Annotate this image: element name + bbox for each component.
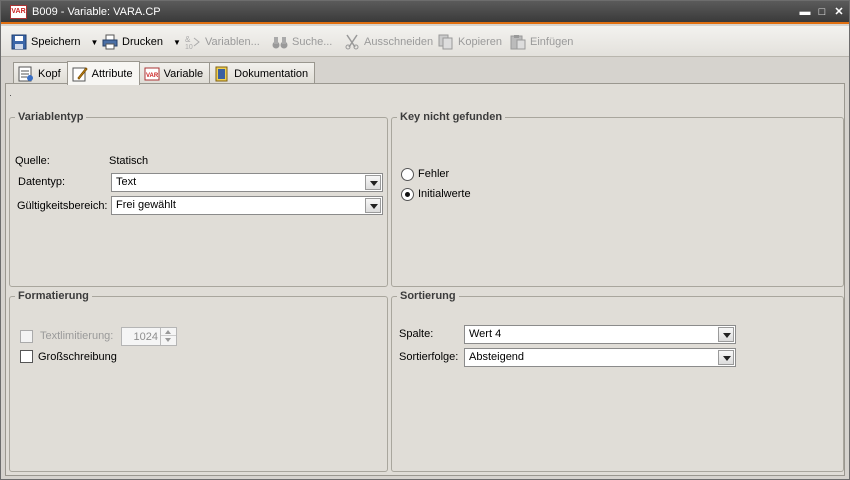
- radio-initialwerte-label[interactable]: Initialwerte: [418, 188, 471, 200]
- column-combobox[interactable]: Wert 4: [464, 325, 736, 344]
- svg-text:10: 10: [185, 44, 193, 50]
- tab-variable-label: Variable: [163, 67, 204, 80]
- header-document-icon: [18, 66, 34, 82]
- save-dropdown-icon[interactable]: ▼: [91, 38, 99, 47]
- paste-button[interactable]: Einfügen: [510, 33, 573, 51]
- save-button[interactable]: Speichern ▼: [11, 33, 98, 51]
- uppercase-checkbox[interactable]: [20, 350, 33, 363]
- cut-button[interactable]: Ausschneiden: [344, 33, 433, 51]
- svg-text:VAR: VAR: [146, 73, 159, 79]
- tab-kopf-label: Kopf: [38, 67, 61, 80]
- variable-icon: VAR: [144, 66, 160, 82]
- column-label: Spalte:: [399, 328, 434, 340]
- datatype-combobox[interactable]: Text: [111, 173, 383, 192]
- tab-attribute-label: Attribute: [91, 67, 133, 80]
- attribute-panel: Variablentyp Quelle: Statisch Datentyp: …: [5, 83, 845, 476]
- sortierung-group: Sortierung: [391, 290, 844, 472]
- chevron-down-icon[interactable]: [365, 175, 381, 190]
- scissors-icon: [344, 34, 360, 50]
- datatype-value: Text: [116, 176, 137, 188]
- variables-button[interactable]: & 10 Variablen...: [185, 33, 260, 51]
- application-window: VAR B009 - Variable: VARA.CP ▬ □ ✕ Speic…: [0, 0, 850, 480]
- tab-dokumentation[interactable]: Dokumentation: [209, 62, 316, 84]
- scope-label: Gültigkeitsbereich:: [17, 200, 108, 212]
- title-bar[interactable]: VAR B009 - Variable: VARA.CP ▬ □ ✕: [1, 1, 849, 24]
- radio-fehler-label[interactable]: Fehler: [418, 168, 449, 180]
- order-value: Absteigend: [469, 351, 525, 363]
- save-label: Speichern: [31, 36, 81, 48]
- paste-label: Einfügen: [530, 36, 574, 48]
- textlimit-stepper[interactable]: 1024: [121, 327, 177, 346]
- clipboard-paste-icon: [510, 34, 526, 50]
- scope-combobox[interactable]: Frei gewählt: [111, 196, 383, 215]
- stepper-up-icon[interactable]: [161, 328, 176, 336]
- textlimit-label: Textlimitierung:: [40, 330, 114, 342]
- variable-object-icon: VAR: [10, 5, 27, 19]
- printer-icon: [102, 34, 118, 50]
- print-dropdown-icon[interactable]: ▼: [173, 38, 181, 47]
- copy-icon: [438, 34, 454, 50]
- chevron-down-icon[interactable]: [718, 327, 734, 342]
- tab-attribute[interactable]: Attribute: [66, 61, 140, 85]
- radio-fehler[interactable]: [401, 168, 414, 181]
- source-label: Quelle:: [15, 155, 50, 167]
- uppercase-label[interactable]: Großschreibung: [38, 351, 117, 363]
- chevron-down-icon[interactable]: [718, 350, 734, 365]
- documentation-book-icon: [214, 66, 230, 82]
- tab-strip: Kopf Attribute VAR Variable Dokumentatio…: [13, 61, 316, 85]
- stepper-down-icon[interactable]: [161, 336, 176, 344]
- tab-variable[interactable]: VAR Variable: [138, 62, 211, 84]
- maximize-icon[interactable]: □: [815, 5, 829, 19]
- scope-value: Frei gewählt: [116, 199, 176, 211]
- variables-icon: & 10: [185, 34, 201, 51]
- stepper-buttons: [160, 328, 176, 345]
- cut-label: Ausschneiden: [364, 36, 434, 48]
- order-label: Sortierfolge:: [399, 351, 459, 363]
- variables-label: Variablen...: [205, 36, 260, 48]
- textlimit-checkbox[interactable]: [20, 330, 33, 343]
- svg-text:&: &: [185, 35, 191, 44]
- search-label: Suche...: [292, 36, 333, 48]
- formatierung-legend: Formatierung: [18, 290, 89, 302]
- window-title: B009 - Variable: VARA.CP: [32, 6, 161, 18]
- datatype-label: Datentyp:: [18, 176, 66, 188]
- panel-dot: [10, 95, 11, 96]
- textlimit-value: 1024: [133, 331, 158, 343]
- print-button[interactable]: Drucken ▼: [102, 33, 181, 51]
- floppy-disk-icon: [11, 34, 27, 50]
- column-value: Wert 4: [469, 328, 502, 340]
- close-icon[interactable]: ✕: [832, 5, 846, 19]
- tab-kopf[interactable]: Kopf: [13, 62, 68, 84]
- copy-label: Kopieren: [458, 36, 503, 48]
- variablentyp-legend: Variablentyp: [18, 111, 84, 123]
- sortierung-legend: Sortierung: [400, 290, 456, 302]
- edit-attributes-icon: [72, 66, 88, 82]
- formatierung-group: Formatierung: [9, 290, 388, 472]
- copy-button[interactable]: Kopieren: [438, 33, 502, 51]
- minimize-icon[interactable]: ▬: [798, 5, 812, 19]
- print-label: Drucken: [122, 36, 163, 48]
- chevron-down-icon[interactable]: [365, 198, 381, 213]
- search-button[interactable]: Suche...: [272, 33, 332, 51]
- binoculars-icon: [272, 34, 288, 50]
- radio-initialwerte[interactable]: [401, 188, 414, 201]
- key-not-found-legend: Key nicht gefunden: [400, 111, 503, 123]
- tab-dokumentation-label: Dokumentation: [234, 67, 309, 80]
- order-combobox[interactable]: Absteigend: [464, 348, 736, 367]
- toolbar: Speichern ▼ Drucken ▼ & 10 Variablen... S…: [1, 26, 849, 57]
- source-value: Statisch: [109, 155, 149, 167]
